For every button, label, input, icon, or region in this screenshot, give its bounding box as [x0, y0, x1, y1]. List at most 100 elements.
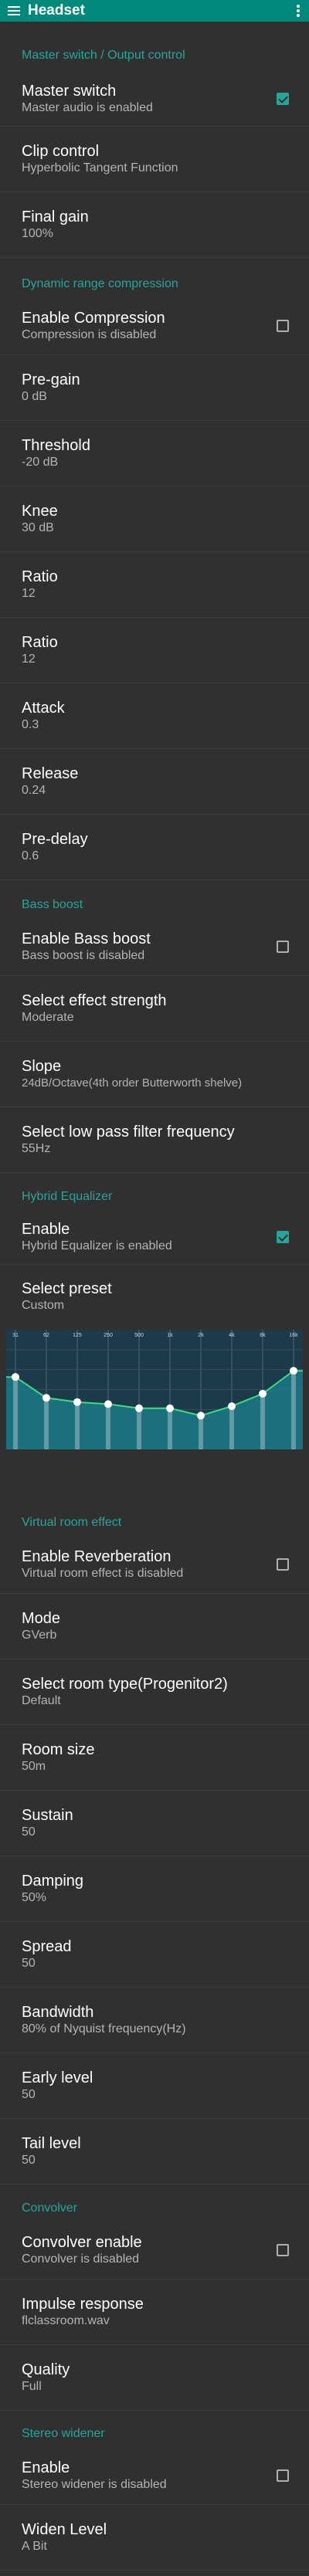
- pref-summary: Hybrid Equalizer is enabled: [22, 1239, 172, 1252]
- pref-enable-reverb[interactable]: Enable Reverberation Virtual room effect …: [0, 1535, 309, 1594]
- more-vert-icon[interactable]: [287, 0, 309, 22]
- eq-band-bar: [291, 1371, 296, 1449]
- pref-title: Impulse response: [22, 2296, 144, 2313]
- widener-checkbox[interactable]: [277, 2469, 289, 2482]
- pref-enable-bass[interactable]: Enable Bass boost Bass boost is disabled: [0, 917, 309, 976]
- compression-checkbox[interactable]: [277, 319, 289, 332]
- pref-clip-control[interactable]: Clip control Hyperbolic Tangent Function: [0, 127, 309, 192]
- pref-quality[interactable]: Quality Full: [0, 2345, 309, 2411]
- eq-band-handle[interactable]: [104, 1400, 112, 1408]
- pref-title: Damping: [22, 1873, 84, 1890]
- pref-widener-enable[interactable]: Enable Stereo widener is disabled: [0, 2446, 309, 2505]
- pref-tail-level[interactable]: Tail level 50: [0, 2119, 309, 2185]
- eq-band-label: 62: [43, 1333, 49, 1338]
- pref-title: Quality: [22, 2361, 70, 2378]
- bass-checkbox[interactable]: [277, 940, 289, 953]
- eq-band-label: 2k: [198, 1333, 204, 1338]
- pref-lowpass[interactable]: Select low pass filter frequency 55Hz: [0, 1107, 309, 1173]
- pref-summary: 50: [22, 1957, 36, 1970]
- menu-icon[interactable]: [0, 0, 28, 22]
- reverb-checkbox[interactable]: [277, 1557, 289, 1571]
- pref-effect-strength[interactable]: Select effect strength Moderate: [0, 976, 309, 1042]
- pref-mode[interactable]: Mode GVerb: [0, 1594, 309, 1659]
- pref-predelay[interactable]: Pre-delay 0.6: [0, 815, 309, 880]
- pref-impulse[interactable]: Impulse response flclassroom.wav: [0, 2279, 309, 2345]
- eq-band-handle[interactable]: [12, 1373, 19, 1381]
- pref-room-size[interactable]: Room size 50m: [0, 1725, 309, 1791]
- pref-summary: 55Hz: [22, 1142, 51, 1155]
- pref-summary: flclassroom.wav: [22, 2314, 110, 2327]
- eq-band-label: 1k: [167, 1333, 173, 1338]
- pref-summary: Default: [22, 1694, 61, 1707]
- pref-title: Release: [22, 765, 79, 782]
- pref-summary: 50m: [22, 1760, 46, 1773]
- pref-summary: 50%: [22, 1891, 47, 1904]
- pref-title: Select effect strength: [22, 992, 167, 1009]
- pref-sustain[interactable]: Sustain 50: [0, 1791, 309, 1856]
- eq-band-handle[interactable]: [290, 1367, 297, 1375]
- pref-summary: Full: [22, 2380, 42, 2393]
- pref-early-level[interactable]: Early level 50: [0, 2053, 309, 2119]
- pref-damping[interactable]: Damping 50%: [0, 1856, 309, 1922]
- pref-convolver-enable[interactable]: Convolver enable Convolver is disabled: [0, 2221, 309, 2279]
- section-convolver: Convolver: [22, 2201, 78, 2215]
- pref-title: Select low pass filter frequency: [22, 1124, 235, 1141]
- eq-band-handle[interactable]: [197, 1412, 205, 1420]
- eq-band-bar: [75, 1402, 80, 1449]
- eq-checkbox[interactable]: [277, 1230, 289, 1243]
- pref-knee[interactable]: Knee 30 dB: [0, 486, 309, 552]
- pref-title: Early level: [22, 2069, 93, 2086]
- pref-threshold[interactable]: Threshold -20 dB: [0, 421, 309, 486]
- pref-title: Enable: [22, 2459, 70, 2476]
- eq-band-bar: [13, 1377, 18, 1449]
- eq-band-handle[interactable]: [42, 1394, 50, 1402]
- pref-final-gain[interactable]: Final gain 100%: [0, 192, 309, 258]
- pref-summary: 0 dB: [22, 390, 47, 403]
- eq-band-handle[interactable]: [259, 1389, 267, 1398]
- pref-release[interactable]: Release 0.24: [0, 749, 309, 815]
- pref-title: Convolver enable: [22, 2233, 142, 2251]
- pref-title: Slope: [22, 1058, 62, 1075]
- convolver-checkbox[interactable]: [277, 2243, 289, 2256]
- pref-room-type[interactable]: Select room type(Progenitor2) Default: [0, 1659, 309, 1725]
- pref-pregain[interactable]: Pre-gain 0 dB: [0, 355, 309, 421]
- equalizer-graph[interactable]: 31 62 125 250 500 1k 2k 4k 8k 16k: [6, 1330, 303, 1449]
- section-eq: Hybrid Equalizer: [22, 1190, 113, 1203]
- pref-summary: Bass boost is disabled: [22, 948, 145, 962]
- eq-band-label: 500: [134, 1333, 144, 1338]
- pref-summary: 24dB/Octave(4th order Butterworth shelve…: [22, 1076, 243, 1090]
- pref-enable-compression[interactable]: Enable Compression Compression is disable…: [0, 297, 309, 355]
- pref-eq-enable[interactable]: Enable Hybrid Equalizer is enabled: [0, 1209, 309, 1265]
- eq-band-bar: [260, 1393, 265, 1449]
- equalizer-svg[interactable]: 31 62 125 250 500 1k 2k 4k 8k 16k: [6, 1330, 303, 1449]
- eq-band-handle[interactable]: [228, 1402, 236, 1411]
- pref-attack[interactable]: Attack 0.3: [0, 683, 309, 749]
- app-bar: Headset: [0, 0, 309, 22]
- pref-slope[interactable]: Slope 24dB/Octave(4th order Butterworth s…: [0, 1042, 309, 1107]
- pref-summary: Master audio is enabled: [22, 100, 153, 114]
- pref-summary: Hyperbolic Tangent Function: [22, 161, 178, 175]
- pref-widen-level[interactable]: Widen Level A Bit: [0, 2505, 309, 2571]
- pref-title: Enable Compression: [22, 309, 165, 327]
- eq-band-label: 4k: [229, 1333, 235, 1338]
- pref-ratio-2[interactable]: Ratio 12: [0, 618, 309, 683]
- pref-title: Pre-delay: [22, 831, 88, 848]
- pref-title: Master switch: [22, 82, 117, 100]
- pref-summary: Stereo widener is disabled: [22, 2477, 167, 2491]
- pref-title: Enable: [22, 1220, 70, 1238]
- eq-band-handle[interactable]: [73, 1398, 81, 1406]
- pref-bandwidth[interactable]: Bandwidth 80% of Nyquist frequency(Hz): [0, 1988, 309, 2053]
- master-switch-checkbox[interactable]: [277, 92, 289, 105]
- pref-spread[interactable]: Spread 50: [0, 1922, 309, 1988]
- pref-master-switch[interactable]: Master switch Master audio is enabled: [0, 71, 309, 127]
- eq-band-handle[interactable]: [166, 1404, 174, 1412]
- pref-ratio[interactable]: Ratio 12: [0, 552, 309, 618]
- eq-band-bar: [199, 1415, 203, 1449]
- pref-title: Room size: [22, 1741, 95, 1758]
- eq-band-bar: [44, 1398, 49, 1449]
- section-bass: Bass boost: [22, 898, 83, 911]
- pref-preset[interactable]: Select preset Custom: [0, 1265, 309, 1328]
- pref-title: Enable Reverberation: [22, 1547, 171, 1565]
- pref-summary: A Bit: [22, 2540, 47, 2553]
- eq-band-handle[interactable]: [135, 1404, 143, 1412]
